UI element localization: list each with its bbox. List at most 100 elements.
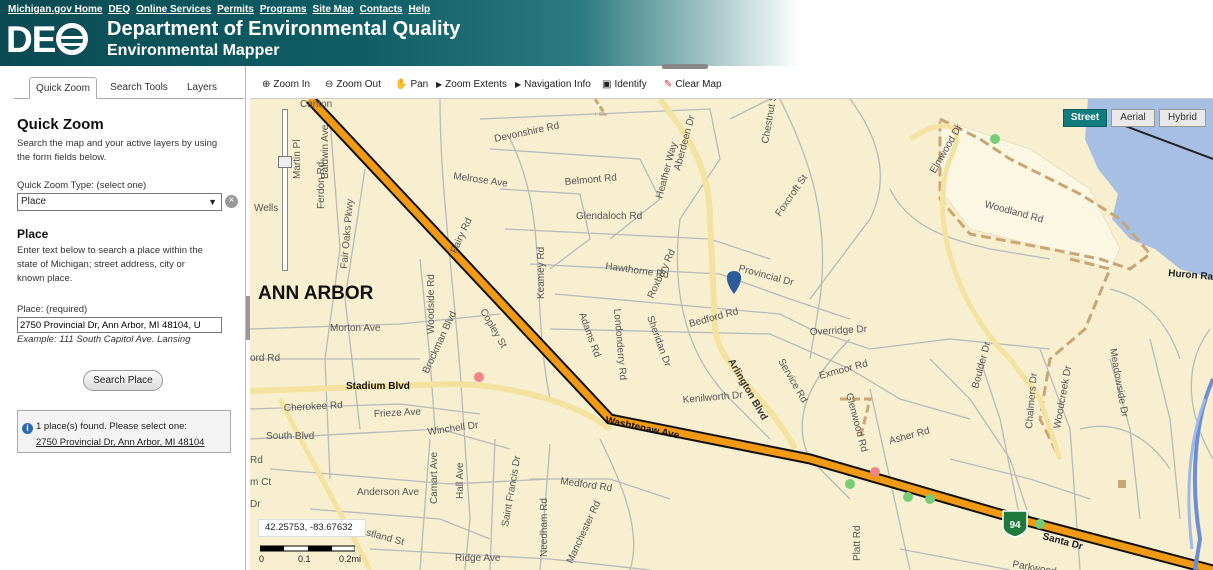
street-label: Boulder Dr	[970, 340, 993, 390]
zoom-slider-handle[interactable]	[278, 156, 292, 168]
map-type-hybrid-button[interactable]: Hybrid	[1159, 109, 1206, 127]
street-label: Glendaloch Rd	[576, 211, 642, 222]
quick-zoom-type-label: Quick Zoom Type: (select one)	[17, 180, 147, 191]
street-label: Washtenaw Ave	[604, 415, 680, 441]
street-label: Morton Ave	[330, 323, 381, 334]
link-deq[interactable]: DEQ	[108, 4, 130, 15]
results-box: i 1 place(s) found. Please select one: 2…	[17, 410, 231, 453]
map-type-aerial-button[interactable]: Aerial	[1111, 109, 1155, 127]
street-label: South Blvd	[266, 431, 314, 442]
link-help[interactable]: Help	[408, 4, 430, 15]
street-label: ord Rd	[250, 353, 280, 364]
link-programs[interactable]: Programs	[260, 4, 307, 15]
street-label: Saint Francis Dr	[500, 454, 523, 527]
street-label: Meadowside Dr	[1107, 348, 1130, 419]
zoom-extents-label: Zoom Extents	[445, 79, 507, 90]
clear-map-button[interactable]: ✎ Clear Map	[664, 79, 722, 90]
intro-text-line1: Search the map and your active layers by…	[17, 138, 218, 149]
street-label: Platt Rd	[852, 525, 863, 561]
street-label: Frieze Ave	[374, 407, 422, 420]
place-example: Example: 111 South Capitol Ave. Lansing	[17, 334, 191, 345]
star-marker-icon	[1035, 519, 1045, 529]
link-contacts[interactable]: Contacts	[360, 4, 403, 15]
street-label: Dr	[250, 499, 261, 510]
street-map-svg: 94 Devonshire Rd Belmont Rd Melrose Ave …	[250, 99, 1213, 570]
minor-streets	[250, 99, 1213, 570]
identify-label: Identify	[614, 79, 647, 90]
tab-search-tools[interactable]: Search Tools	[105, 77, 173, 99]
park-boundary-top	[593, 99, 608, 116]
city-label: ANN ARBOR	[258, 283, 374, 304]
navigation-info-label: Navigation Info	[524, 79, 591, 90]
link-permits[interactable]: Permits	[217, 4, 254, 15]
street-label: Overridge Dr	[810, 324, 868, 338]
zoom-in-icon: ⊕	[262, 79, 271, 90]
header-collapse-handle[interactable]	[662, 64, 708, 69]
street-label: Parkwood	[1011, 559, 1057, 570]
map-canvas[interactable]: 94 Devonshire Rd Belmont Rd Melrose Ave …	[250, 99, 1213, 570]
street-label: Martin Pl	[292, 140, 303, 179]
link-site-map[interactable]: Site Map	[313, 4, 354, 15]
interstate-number: 94	[1009, 520, 1021, 531]
clear-map-label: Clear Map	[675, 79, 722, 90]
map-type-street-button[interactable]: Street	[1063, 109, 1107, 127]
street-label: Exmoor Rd	[818, 358, 869, 382]
zoom-slider[interactable]	[282, 109, 288, 271]
zoom-out-button[interactable]: ⊖ Zoom Out	[325, 79, 381, 90]
place-desc-line1: Enter text below to search a place withi…	[17, 245, 203, 256]
deq-logo: DE	[6, 18, 89, 62]
street-label: Chestnut St	[760, 99, 780, 145]
street-label: Adams Rd	[576, 311, 602, 359]
header-banner: Michigan.gov Home DEQ Online Services Pe…	[0, 0, 1213, 66]
chevron-down-icon: ▼	[208, 197, 217, 207]
select-value: Place	[21, 196, 47, 207]
clear-icon[interactable]: ×	[225, 195, 238, 208]
street-labels: Devonshire Rd Belmont Rd Melrose Ave Gle…	[250, 99, 1213, 570]
street-label: Rd	[250, 455, 263, 466]
page-subtitle: Environmental Mapper	[107, 42, 280, 59]
result-link[interactable]: 2750 Provincial Dr, Ann Arbor, MI 48104	[36, 437, 204, 448]
zoom-out-icon: ⊖	[325, 79, 334, 90]
star-marker-icon	[925, 494, 935, 504]
tab-layers[interactable]: Layers	[177, 77, 227, 99]
street-label: Melrose Ave	[453, 171, 509, 190]
street-label: Woodside Rd	[426, 274, 437, 334]
highway-road	[1192, 378, 1213, 570]
street-label: Ferdon Rd	[316, 162, 327, 209]
street-label: Camart Ave	[429, 452, 440, 504]
street-label: Fairy Rd	[449, 216, 475, 255]
zoom-in-label: Zoom In	[273, 79, 311, 90]
logo-text: DE	[6, 19, 56, 60]
navigation-info-button[interactable]: ▶ Navigation Info	[515, 79, 591, 90]
identify-button[interactable]: ▣ Identify	[602, 79, 647, 90]
square-marker-icon	[1118, 480, 1126, 488]
star-marker-icon	[903, 492, 913, 502]
street-label: Canton	[300, 99, 332, 110]
tab-quick-zoom[interactable]: Quick Zoom	[29, 77, 97, 99]
place-desc-line3: known place.	[17, 273, 73, 284]
street-label: Stadium Blvd	[346, 381, 410, 392]
quick-zoom-type-select[interactable]: Place ▼	[17, 193, 222, 211]
zoom-extents-button[interactable]: ▶ Zoom Extents	[436, 79, 507, 90]
search-place-button[interactable]: Search Place	[83, 370, 163, 391]
street-label: Devonshire Rd	[493, 120, 560, 145]
scale-label-2: 0.2mi	[339, 554, 362, 564]
street-label: Sheridan Dr	[644, 314, 673, 369]
top-links: Michigan.gov Home DEQ Online Services Pe…	[8, 4, 430, 15]
place-desc-line2: state of Michigan; street address, city …	[17, 259, 185, 270]
arrow-right-icon: ▶	[515, 80, 522, 89]
eraser-icon: ✎	[664, 79, 673, 90]
street-label: Service Rd	[775, 357, 809, 405]
place-input[interactable]	[17, 317, 222, 333]
street-label: Wells	[254, 203, 278, 214]
link-michigan-home[interactable]: Michigan.gov Home	[8, 4, 102, 15]
street-label: Hall Ave	[455, 462, 466, 499]
pan-button[interactable]: ✋ Pan	[395, 79, 428, 90]
street-label: Keamey Rd	[536, 247, 547, 299]
zoom-out-label: Zoom Out	[336, 79, 381, 90]
zoom-in-button[interactable]: ⊕ Zoom In	[262, 79, 310, 90]
street-label: Fair Oaks Pkwy	[339, 199, 356, 270]
street-label: Woodcreek Dr	[1052, 364, 1074, 429]
link-online-services[interactable]: Online Services	[136, 4, 211, 15]
street-label: Anderson Ave	[357, 487, 420, 498]
